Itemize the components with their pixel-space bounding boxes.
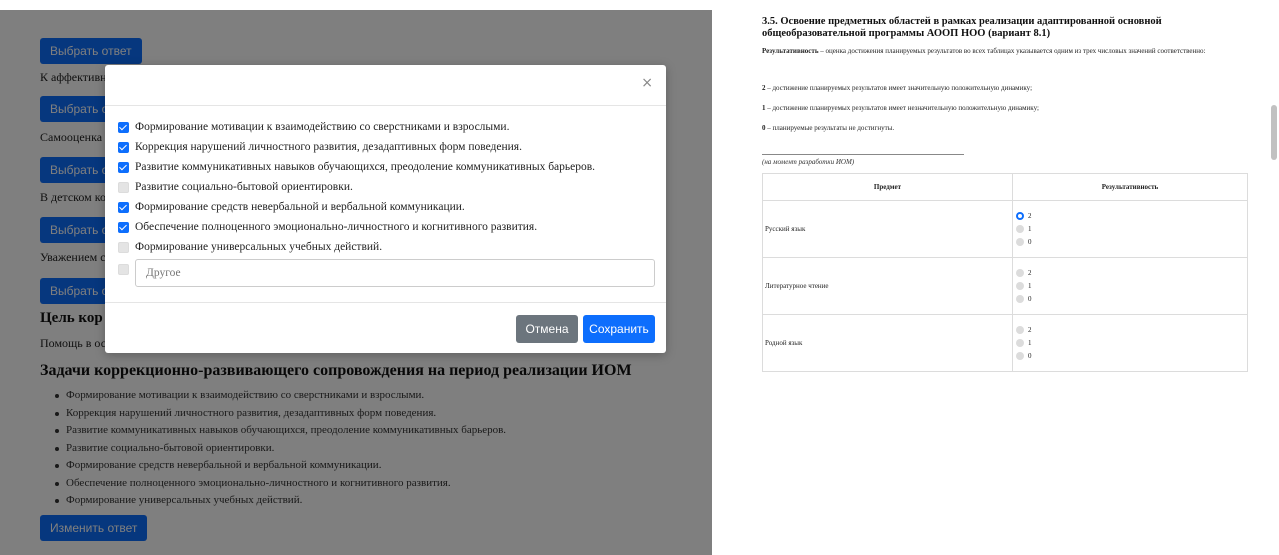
option-label: Развитие социально-бытовой ориентировки. <box>135 181 353 193</box>
checkbox[interactable] <box>118 201 129 213</box>
table-header: Предмет <box>762 173 1013 201</box>
modal-divider <box>105 302 666 303</box>
save-button[interactable]: Сохранить <box>583 315 655 343</box>
radio-button[interactable] <box>1016 326 1024 334</box>
radio-option[interactable]: 2 <box>1016 324 1247 337</box>
definition-term: Результативность <box>762 47 819 55</box>
results-table: Предмет Результативность Русский язык 2 1 0… <box>762 173 1248 372</box>
option-row[interactable]: Формирование средств невербальной и верб… <box>118 197 658 217</box>
radio-button[interactable] <box>1016 269 1024 277</box>
checkbox[interactable] <box>118 121 129 133</box>
result-cell: 2 1 0 <box>1012 314 1248 372</box>
radio-button[interactable] <box>1016 339 1024 347</box>
checkbox[interactable] <box>118 181 129 193</box>
option-label: Формирование универсальных учебных дейст… <box>135 241 383 253</box>
radio-label: 2 <box>1028 212 1032 220</box>
note-text: (на момент разработки ИОМ) <box>762 158 855 166</box>
checkbox[interactable] <box>118 221 129 233</box>
definition-body: – оценка достижения планируемых результа… <box>818 47 1206 55</box>
radio-label: 0 <box>1028 295 1032 303</box>
checkbox[interactable] <box>118 161 129 173</box>
modal-divider <box>105 105 666 106</box>
result-cell: 2 1 0 <box>1012 200 1248 258</box>
level-line: 2 – достижение планируемых результатов и… <box>762 84 1032 92</box>
other-option-row <box>118 259 658 289</box>
radio-option[interactable]: 0 <box>1016 293 1247 306</box>
radio-option[interactable]: 1 <box>1016 280 1247 293</box>
option-label: Коррекция нарушений личностного развития… <box>135 141 522 153</box>
radio-button[interactable] <box>1016 352 1024 360</box>
radio-label: 1 <box>1028 339 1032 347</box>
option-label: Развитие коммуникативных навыков обучающ… <box>135 161 596 173</box>
radio-option[interactable]: 1 <box>1016 337 1247 350</box>
radio-option[interactable]: 0 <box>1016 236 1247 249</box>
subject-cell: Русский язык <box>762 200 1013 258</box>
table-row: Родной язык 2 1 0 <box>762 314 1248 372</box>
radio-label: 1 <box>1028 225 1032 233</box>
other-checkbox[interactable] <box>118 264 129 275</box>
radio-option[interactable]: 0 <box>1016 350 1247 363</box>
other-input[interactable] <box>135 259 655 287</box>
checkbox[interactable] <box>118 241 129 253</box>
level-text: – достижение планируемых результатов име… <box>765 84 1033 92</box>
radio-option[interactable]: 2 <box>1016 210 1247 223</box>
left-pane: Выбрать ответ К аффективн Выбрать ответ … <box>0 10 712 555</box>
option-label: Обеспечение полноценного эмоционально-ли… <box>135 221 538 233</box>
checkbox[interactable] <box>118 141 129 153</box>
option-row[interactable]: Формирование мотивации к взаимодействию … <box>118 117 658 137</box>
section-title: 3.5. Освоение предметных областей в рамк… <box>762 16 1162 39</box>
level-text: – планируемые результаты не достигнуты. <box>765 124 895 132</box>
level-line: 0 – планируемые результаты не достигнуты… <box>762 124 894 132</box>
radio-option[interactable]: 1 <box>1016 223 1247 236</box>
radio-option[interactable]: 2 <box>1016 267 1247 280</box>
option-label: Формирование средств невербальной и верб… <box>135 201 465 213</box>
select-tasks-modal: × Формирование мотивации к взаимодействи… <box>105 65 666 353</box>
radio-button[interactable] <box>1016 212 1024 220</box>
option-label: Формирование мотивации к взаимодействию … <box>135 121 510 133</box>
radio-button[interactable] <box>1016 238 1024 246</box>
document-preview: 3.5. Освоение предметных областей в рамк… <box>712 10 1279 374</box>
option-row[interactable]: Развитие коммуникативных навыков обучающ… <box>118 157 658 177</box>
radio-label: 0 <box>1028 238 1032 246</box>
scrollbar[interactable] <box>1271 105 1277 160</box>
radio-label: 2 <box>1028 269 1032 277</box>
radio-label: 1 <box>1028 282 1032 290</box>
table-header: Результативность <box>1012 173 1248 201</box>
table-row: Русский язык 2 1 0 <box>762 200 1248 258</box>
subject-cell: Родной язык <box>762 314 1013 372</box>
table-row: Литературное чтение 2 1 0 <box>762 257 1248 315</box>
definition-text: Результативность – оценка достижения пла… <box>762 46 1252 57</box>
subject-cell: Литературное чтение <box>762 257 1013 315</box>
level-line: 1 – достижение планируемых результатов и… <box>762 104 1039 112</box>
options-list: Формирование мотивации к взаимодействию … <box>118 117 658 289</box>
radio-button[interactable] <box>1016 282 1024 290</box>
radio-label: 0 <box>1028 352 1032 360</box>
signature-line <box>762 154 964 155</box>
option-row[interactable]: Развитие социально-бытовой ориентировки. <box>118 177 658 197</box>
result-cell: 2 1 0 <box>1012 257 1248 315</box>
option-row[interactable]: Коррекция нарушений личностного развития… <box>118 137 658 157</box>
option-row[interactable]: Формирование универсальных учебных дейст… <box>118 237 658 257</box>
radio-label: 2 <box>1028 326 1032 334</box>
radio-button[interactable] <box>1016 295 1024 303</box>
radio-button[interactable] <box>1016 225 1024 233</box>
close-icon[interactable]: × <box>641 76 653 90</box>
option-row[interactable]: Обеспечение полноценного эмоционально-ли… <box>118 217 658 237</box>
cancel-button[interactable]: Отмена <box>516 315 578 343</box>
level-text: – достижение планируемых результатов име… <box>765 104 1039 112</box>
